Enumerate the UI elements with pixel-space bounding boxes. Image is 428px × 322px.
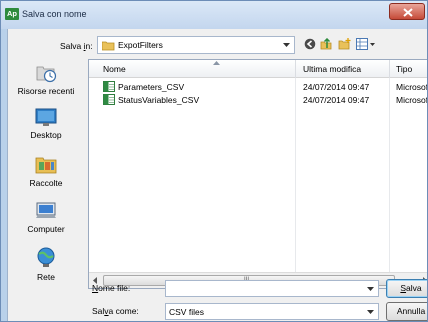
column-name[interactable]: Nome [103, 64, 126, 74]
desktop-icon [35, 108, 57, 126]
window-title: Salva con nome [22, 9, 87, 19]
file-row[interactable]: Parameters_CSV 24/07/2014 09:47 Microsof… [89, 80, 428, 93]
file-type: Microsoft [396, 95, 428, 105]
folder-icon [102, 41, 115, 51]
chevron-down-icon[interactable] [367, 310, 374, 314]
chevron-down-icon [283, 43, 290, 47]
filename-label: Nome file: [92, 283, 131, 293]
place-recent[interactable]: Risorse recenti [8, 61, 84, 96]
network-icon [37, 247, 55, 267]
chevron-down-icon[interactable] [367, 287, 374, 291]
place-label: Rete [37, 272, 55, 282]
filetype-select[interactable]: CSV files [165, 303, 379, 320]
column-gridline [389, 78, 390, 272]
excel-file-icon [103, 94, 115, 105]
up-folder-icon[interactable] [320, 38, 332, 50]
back-icon[interactable] [304, 38, 316, 50]
new-folder-icon[interactable] [338, 38, 351, 50]
filename-combobox[interactable] [165, 280, 379, 297]
excel-file-icon [103, 81, 115, 92]
close-icon [403, 8, 413, 17]
place-desktop[interactable]: Desktop [8, 107, 84, 140]
file-name: StatusVariables_CSV [118, 95, 200, 105]
cancel-button[interactable]: Annulla [386, 302, 427, 321]
column-divider[interactable] [389, 60, 390, 78]
file-list[interactable]: Nome Ultima modifica Tipo Parameters_CSV [88, 59, 428, 289]
places-bar: Risorse recenti Desktop Raccolte Compute… [8, 61, 84, 287]
column-gridline [295, 78, 296, 272]
file-row[interactable]: StatusVariables_CSV 24/07/2014 09:47 Mic… [89, 93, 428, 106]
recent-places-icon [36, 66, 57, 83]
column-divider[interactable] [295, 60, 296, 78]
column-header-row: Nome Ultima modifica Tipo [89, 60, 427, 78]
place-libraries[interactable]: Raccolte [8, 153, 84, 188]
column-modified[interactable]: Ultima modifica [303, 64, 361, 74]
filetype-label: Salva come: [92, 306, 139, 316]
file-modified: 24/07/2014 09:47 [303, 82, 370, 92]
place-label: Desktop [30, 130, 62, 140]
place-network[interactable]: Rete [8, 247, 84, 282]
place-computer[interactable]: Computer [8, 201, 84, 234]
app-icon: Ap [5, 8, 19, 20]
view-menu-icon[interactable] [356, 38, 375, 50]
file-name: Parameters_CSV [118, 82, 185, 92]
save-button[interactable]: Salva [386, 279, 427, 298]
computer-icon [36, 202, 56, 218]
save-as-dialog: Ap Salva con nome Salva in: ExpotFilters [0, 0, 428, 322]
dialog-body: Salva in: ExpotFilters Risorse recenti D… [7, 29, 428, 321]
file-modified: 24/07/2014 09:47 [303, 95, 370, 105]
title-bar[interactable]: Ap Salva con nome [1, 1, 427, 29]
close-button[interactable] [389, 3, 425, 20]
place-label: Risorse recenti [17, 86, 75, 96]
place-label: Computer [27, 224, 65, 234]
file-type: Microsoft [396, 82, 428, 92]
save-in-label: Salva in: [60, 41, 93, 51]
place-label: Raccolte [29, 178, 63, 188]
column-type[interactable]: Tipo [396, 64, 412, 74]
libraries-icon [35, 157, 57, 174]
save-in-combobox[interactable]: ExpotFilters [97, 36, 295, 54]
save-in-folder: ExpotFilters [118, 40, 163, 50]
sort-ascending-icon [213, 61, 220, 65]
filetype-value: CSV files [169, 307, 204, 317]
